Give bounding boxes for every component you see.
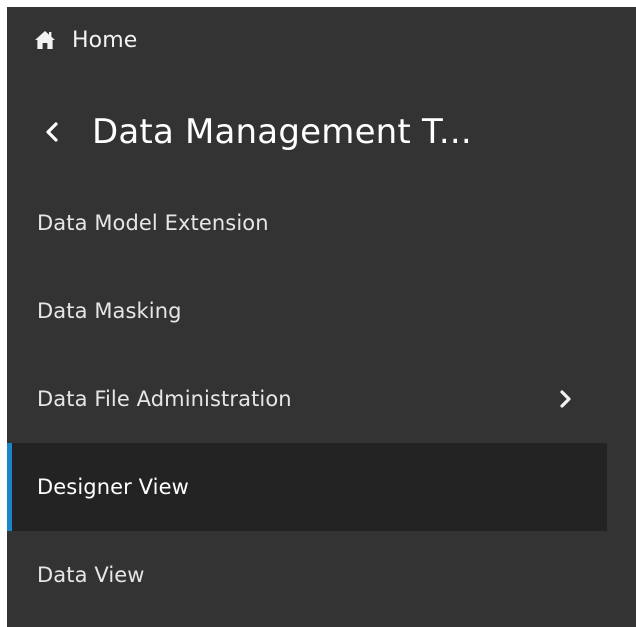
chevron-right-icon bbox=[559, 388, 573, 410]
nav-item-designer-view[interactable]: Designer View bbox=[7, 443, 607, 531]
nav-item-label: Data View bbox=[37, 563, 145, 587]
nav-item-data-file-administration[interactable]: Data File Administration bbox=[7, 355, 607, 443]
home-icon bbox=[34, 30, 56, 50]
nav-item-data-masking[interactable]: Data Masking bbox=[7, 267, 607, 355]
home-link[interactable]: Home bbox=[34, 23, 137, 57]
back-button[interactable]: Data Management T... bbox=[44, 106, 472, 158]
chevron-left-icon bbox=[44, 121, 60, 143]
nav-list: Data Model Extension Data Masking Data F… bbox=[7, 179, 607, 619]
home-label: Home bbox=[72, 27, 138, 53]
nav-item-data-model-extension[interactable]: Data Model Extension bbox=[7, 179, 607, 267]
nav-item-label: Data Model Extension bbox=[37, 211, 269, 235]
nav-item-label: Data File Administration bbox=[37, 387, 292, 411]
nav-item-label: Data Masking bbox=[37, 299, 182, 323]
nav-item-data-view[interactable]: Data View bbox=[7, 531, 607, 619]
nav-item-label: Designer View bbox=[37, 475, 189, 499]
navigation-drawer: Home Data Management T... Data Model Ext… bbox=[7, 7, 636, 627]
section-title: Data Management T... bbox=[92, 112, 472, 152]
